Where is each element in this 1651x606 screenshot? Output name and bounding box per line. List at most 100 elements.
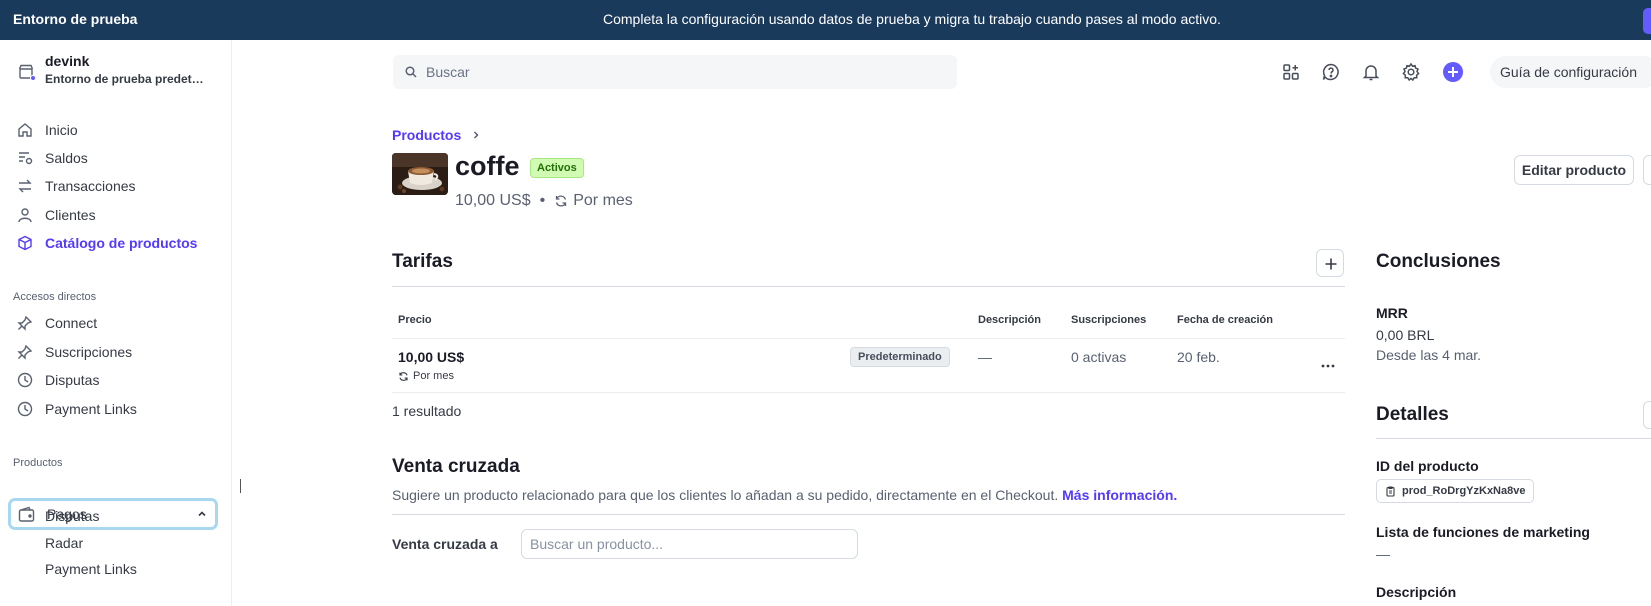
environment-label: Entorno de prueba [13, 11, 138, 27]
sidebar-item-label: Catálogo de productos [45, 235, 198, 251]
product-id-label: ID del producto [1376, 458, 1479, 474]
sidebar-item-label: Suscripciones [45, 344, 133, 360]
pin-icon [17, 344, 33, 360]
search-placeholder: Buscar [426, 64, 470, 80]
details-title: Detalles [1376, 404, 1449, 425]
table-header-divider [392, 338, 1345, 339]
cross-sell-text: Sugiere un producto relacionado para que… [392, 487, 1059, 503]
sidebar-item-label: Clientes [45, 207, 96, 223]
setup-guide-button[interactable]: Guía de configuración [1490, 56, 1651, 88]
transactions-icon [18, 179, 32, 193]
sidebar-item-catalogo[interactable]: Catálogo de productos [17, 233, 197, 253]
clock-icon [17, 401, 33, 417]
cross-sell-product-search[interactable] [521, 529, 858, 559]
copy-icon [1386, 485, 1395, 497]
account-subtitle: Entorno de prueba predet… [45, 72, 204, 86]
breadcrumb[interactable]: Productos [392, 127, 481, 143]
sidebar: devink Entorno de prueba predet… Inicio … [0, 40, 232, 606]
product-id-chip[interactable]: prod_RoDrgYzKxNa8ve [1376, 479, 1535, 503]
product-interval: Por mes [573, 192, 633, 209]
sidebar-subitem-disputas[interactable]: Disputas [45, 508, 99, 524]
sidebar-item-label: Transacciones [45, 178, 136, 194]
sidebar-item-label: Connect [45, 315, 98, 331]
product-price-line: 10,00 US$ • Por mes [455, 192, 633, 210]
sidebar-resize-handle[interactable] [240, 479, 241, 493]
description-label: Descripción [1376, 584, 1457, 600]
cross-sell-field-label: Venta cruzada a [392, 536, 498, 552]
banner-message: Completa la configuración usando datos d… [603, 11, 1221, 27]
row-description: — [978, 349, 992, 365]
cross-sell-title: Venta cruzada [392, 456, 520, 477]
edit-product-button[interactable]: Editar producto [1514, 155, 1634, 185]
separator-dot: • [539, 192, 546, 209]
mrr-label: MRR [1376, 305, 1408, 321]
row-subscriptions: 0 activas [1071, 349, 1127, 365]
chevron-up-icon [198, 511, 206, 517]
mrr-since: Desde las 4 mar. [1376, 347, 1482, 363]
learn-more-link[interactable]: Más información. [1062, 487, 1177, 503]
coffee-cup-image [392, 153, 448, 195]
products-section-label: Productos [13, 457, 63, 469]
sidebar-item-inicio[interactable]: Inicio [17, 120, 78, 140]
home-icon [18, 123, 32, 137]
row-price[interactable]: 10,00 US$ [398, 349, 464, 365]
product-image [392, 153, 448, 195]
cross-sell-description: Sugiere un producto relacionado para que… [392, 487, 1177, 503]
search-input[interactable]: Buscar [393, 55, 957, 89]
plus-circle-icon[interactable] [1443, 62, 1463, 82]
mrr-value: 0,00 BRL [1376, 327, 1435, 343]
row-interval: Por mes [398, 370, 454, 382]
gear-icon[interactable] [1401, 62, 1421, 82]
col-fecha-creacion: Fecha de creación [1177, 314, 1273, 326]
sidebar-item-pagos[interactable]: Pagos [8, 498, 218, 530]
product-id-value: prod_RoDrgYzKxNa8ve [1402, 485, 1526, 497]
box-icon [18, 235, 32, 251]
plus-icon [1325, 258, 1337, 270]
row-interval-label: Por mes [413, 370, 454, 382]
sidebar-item-suscripciones[interactable]: Suscripciones [17, 342, 132, 362]
help-icon[interactable] [1321, 62, 1341, 82]
sidebar-item-label: Disputas [45, 372, 100, 388]
apps-icon[interactable] [1281, 62, 1301, 82]
col-suscripciones: Suscripciones [1071, 314, 1147, 326]
insights-title: Conclusiones [1376, 251, 1501, 272]
banner-action-button[interactable] [1643, 8, 1651, 34]
clock-icon [17, 372, 33, 388]
wallet-icon [18, 506, 35, 522]
sidebar-item-payment-links[interactable]: Payment Links [17, 399, 137, 419]
breadcrumb-productos[interactable]: Productos [392, 127, 461, 143]
store-icon [18, 64, 36, 81]
sidebar-item-label: Saldos [45, 150, 88, 166]
results-count: 1 resultado [392, 403, 462, 419]
balances-icon [19, 152, 33, 165]
add-price-button[interactable] [1316, 249, 1344, 277]
search-icon [405, 66, 417, 78]
table-row-divider [392, 392, 1345, 393]
sidebar-item-transacciones[interactable]: Transacciones [17, 176, 136, 196]
sidebar-item-disputas[interactable]: Disputas [17, 370, 99, 390]
sidebar-item-connect[interactable]: Connect [17, 313, 97, 333]
sidebar-subitem-radar[interactable]: Radar [45, 535, 83, 551]
col-precio: Precio [398, 314, 432, 326]
sidebar-subitem-payment-links[interactable]: Payment Links [45, 561, 137, 577]
row-created: 20 feb. [1177, 349, 1220, 365]
details-edit-button[interactable] [1643, 401, 1651, 429]
product-price: 10,00 US$ [455, 192, 531, 209]
col-descripcion: Descripción [978, 314, 1041, 326]
more-icon[interactable] [1318, 361, 1338, 371]
cross-sell-divider [392, 514, 1345, 515]
more-actions-button[interactable] [1643, 155, 1651, 185]
product-name: coffe [455, 151, 520, 181]
sidebar-item-saldos[interactable]: Saldos [17, 148, 88, 168]
setup-guide-label: Guía de configuración [1500, 64, 1637, 80]
tarifas-title: Tarifas [392, 251, 453, 272]
tarifas-divider [392, 286, 1345, 287]
default-badge: Predeterminado [850, 347, 950, 367]
recurring-icon [556, 195, 567, 207]
recurring-icon [399, 371, 408, 381]
chevron-right-icon [474, 131, 479, 139]
bell-icon[interactable] [1361, 62, 1381, 82]
shortcuts-section-label: Accesos directos [13, 291, 97, 303]
sidebar-item-label: Payment Links [45, 401, 137, 417]
sidebar-item-clientes[interactable]: Clientes [17, 205, 96, 225]
